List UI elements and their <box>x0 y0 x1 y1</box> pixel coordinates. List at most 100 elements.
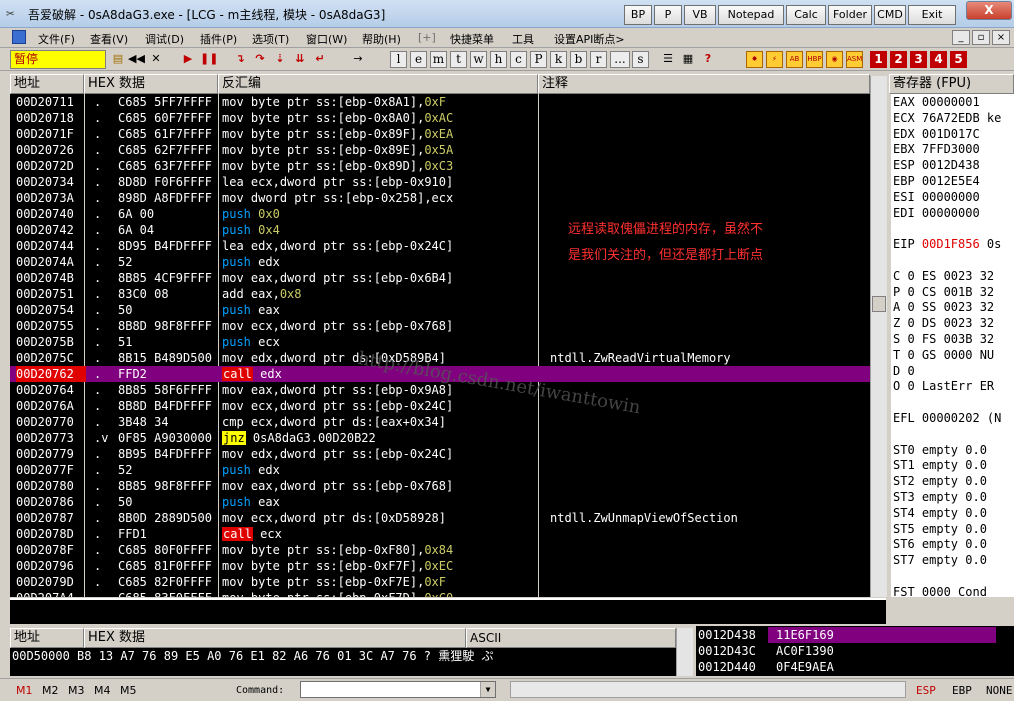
disassembly-scrollbar[interactable] <box>870 76 887 597</box>
disasm-row[interactable]: 00D20786. 50 push eax <box>10 494 870 510</box>
tab-m2[interactable]: M2 <box>42 684 59 697</box>
register-line[interactable]: EBP 0012E5E4 <box>893 173 980 189</box>
menu-api-breakpoints[interactable]: 设置API断点> <box>554 31 625 47</box>
help-icon[interactable]: ? <box>700 51 716 68</box>
tool5-icon[interactable]: ◉ <box>826 51 843 68</box>
command-input[interactable] <box>300 681 496 698</box>
register-line[interactable]: ST0 empty 0.0 <box>893 442 987 458</box>
rewind-icon[interactable]: ◀◀ <box>128 51 145 68</box>
register-line[interactable]: ESI 00000000 <box>893 189 980 205</box>
stack-row[interactable]: 0012D43C AC0F1390 <box>696 643 1014 659</box>
menu-help[interactable]: 帮助(H) <box>362 31 401 47</box>
disasm-row[interactable]: 00D20770. 3B48 34 cmp ecx,dword ptr ds:[ea… <box>10 414 870 430</box>
mdi-restore-icon[interactable]: ▫ <box>972 30 990 45</box>
num-2-button[interactable]: 2 <box>890 51 907 68</box>
disasm-row[interactable]: 00D2078D. FFD1 call ecx <box>10 526 870 542</box>
dump-header-address[interactable]: 地址 <box>10 628 84 648</box>
run-trace-button[interactable]: ... <box>610 51 630 68</box>
none-toggle[interactable]: NONE <box>986 684 1013 697</box>
executables-button[interactable]: e <box>410 51 427 68</box>
num-1-button[interactable]: 1 <box>870 51 887 68</box>
register-line[interactable]: EFL 00000202 (N <box>893 410 1001 426</box>
menu-view[interactable]: 查看(V) <box>90 31 128 47</box>
col-header-address[interactable]: 地址 <box>10 74 84 94</box>
disasm-row[interactable]: 00D20755. 8B8D 98F8FFFF mov ecx,dword ptr … <box>10 318 870 334</box>
register-line[interactable]: C 0 ES 0023 32 <box>893 268 994 284</box>
menu-plugins[interactable]: 插件(P) <box>200 31 237 47</box>
num-4-button[interactable]: 4 <box>930 51 947 68</box>
register-line[interactable]: ESP 0012D438 <box>893 157 980 173</box>
register-line[interactable]: ST6 empty 0.0 <box>893 536 987 552</box>
tab-m1[interactable]: M1 <box>16 684 33 697</box>
menu-file[interactable]: 文件(F) <box>38 31 75 47</box>
disasm-row[interactable]: 00D2078F. C685 80F0FFFF mov byte ptr ss:[e… <box>10 542 870 558</box>
run-icon[interactable]: ▶ <box>180 51 196 68</box>
disasm-row[interactable]: 00D2072D. C685 63F7FFFF mov byte ptr ss:[e… <box>10 158 870 174</box>
register-line[interactable]: Z 0 DS 0023 32 <box>893 315 994 331</box>
stack-pane[interactable]: 0012D438 11E6F169 0012D43C AC0F1390 0012D440… <box>696 626 1014 676</box>
disasm-row[interactable]: 00D20751. 83C0 08 add eax,0x8 <box>10 286 870 302</box>
patches-button[interactable]: P <box>530 51 547 68</box>
menu-options[interactable]: 选项(T) <box>252 31 289 47</box>
disasm-row[interactable]: 00D2076A. 8B8D B4FDFFFF mov ecx,dword ptr … <box>10 398 870 414</box>
mdi-minimize-icon[interactable]: _ <box>952 30 970 45</box>
register-line[interactable]: A 0 SS 0023 32 <box>893 299 994 315</box>
step-over-icon[interactable]: ↷ <box>252 51 268 68</box>
folder-button[interactable]: Folder <box>828 5 872 25</box>
disasm-row[interactable]: 00D20764. 8B85 58F6FFFF mov eax,dword ptr … <box>10 382 870 398</box>
menu-shortcuts[interactable]: 快捷菜单 <box>450 31 494 47</box>
disasm-row[interactable]: 00D20726. C685 62F7FFFF mov byte ptr ss:[e… <box>10 142 870 158</box>
calc-button[interactable]: Calc <box>786 5 826 25</box>
register-line[interactable]: FST 0000 Cond <box>893 584 987 597</box>
handles-button[interactable]: h <box>490 51 507 68</box>
scroll-thumb[interactable] <box>872 296 886 312</box>
call-stack-button[interactable]: k <box>550 51 567 68</box>
windows-button[interactable]: w <box>470 51 487 68</box>
menu-window[interactable]: 窗口(W) <box>306 31 347 47</box>
menu-plus[interactable]: [+] <box>418 31 436 44</box>
step-into-icon[interactable]: ↴ <box>232 51 248 68</box>
options-icon[interactable]: ▦ <box>680 51 696 68</box>
exit-button[interactable]: Exit <box>908 5 956 25</box>
register-line[interactable]: ST7 empty 0.0 <box>893 552 987 568</box>
goto-icon[interactable]: → <box>350 51 366 68</box>
disasm-row[interactable]: 00D207A4. C685 83F0FFFFmov byte ptr ss:[e… <box>10 590 870 597</box>
num-3-button[interactable]: 3 <box>910 51 927 68</box>
tab-m3[interactable]: M3 <box>68 684 85 697</box>
register-line[interactable]: S 0 FS 003B 32 <box>893 331 994 347</box>
col-header-disasm[interactable]: 反汇编 <box>218 74 538 94</box>
register-line[interactable]: EDX 001D017C <box>893 126 980 142</box>
disasm-row[interactable]: 00D20787. 8B0D 2889D500 mov ecx,dword ptr … <box>10 510 870 526</box>
disasm-row[interactable]: 00D20796. C685 81F0FFFF mov byte ptr ss:[e… <box>10 558 870 574</box>
breakpoints-button[interactable]: b <box>570 51 587 68</box>
close-icon[interactable]: X <box>966 1 1012 20</box>
ebp-toggle[interactable]: EBP <box>952 684 972 697</box>
cpu-button[interactable]: c <box>510 51 527 68</box>
vb-button[interactable]: VB <box>684 5 716 25</box>
dump-row[interactable]: 00D50000 B8 13 A7 76 89 E5 A0 76 E1 82 A… <box>12 649 493 663</box>
p-button[interactable]: P <box>654 5 682 25</box>
trace-over-icon[interactable]: ⇊ <box>292 51 308 68</box>
stack-row[interactable]: 0012D438 11E6F169 <box>696 627 1014 643</box>
source-button[interactable]: s <box>632 51 649 68</box>
disasm-row[interactable]: 00D20718. C685 60F7FFFF mov byte ptr ss:[e… <box>10 110 870 126</box>
col-header-hex[interactable]: HEX 数据 <box>84 74 218 94</box>
register-line[interactable]: EIP 00D1F856 0s <box>893 236 1001 252</box>
cmd-button[interactable]: CMD <box>874 5 906 25</box>
menu-debug[interactable]: 调试(D) <box>145 31 184 47</box>
disasm-row[interactable]: 00D20754. 50 push eax <box>10 302 870 318</box>
register-line[interactable]: ECX 76A72EDB ke <box>893 110 1001 126</box>
menu-tools[interactable]: 工具 <box>512 31 534 47</box>
threads-button[interactable]: t <box>450 51 467 68</box>
disasm-row[interactable]: 00D20773 .v 0F85 A9030000 jnz 0sA8daG3.00D2… <box>10 430 870 446</box>
disasm-row[interactable]: 00D20780. 8B85 98F8FFFF mov eax,dword ptr … <box>10 478 870 494</box>
bp-button[interactable]: BP <box>624 5 652 25</box>
mdi-close-icon[interactable]: × <box>992 30 1010 45</box>
trace-into-icon[interactable]: ⇣ <box>272 51 288 68</box>
register-line[interactable]: EAX 00000001 <box>893 94 980 110</box>
chevron-down-icon[interactable]: ▼ <box>480 682 495 697</box>
register-line[interactable]: EBX 7FFD3000 <box>893 141 980 157</box>
dump-scrollbar[interactable] <box>676 628 693 676</box>
disasm-row[interactable]: 00D2079D. C685 82F0FFFF mov byte ptr ss:[e… <box>10 574 870 590</box>
disasm-row[interactable]: 00D2073A. 898D A8FDFFFF mov dword ptr ss:[… <box>10 190 870 206</box>
